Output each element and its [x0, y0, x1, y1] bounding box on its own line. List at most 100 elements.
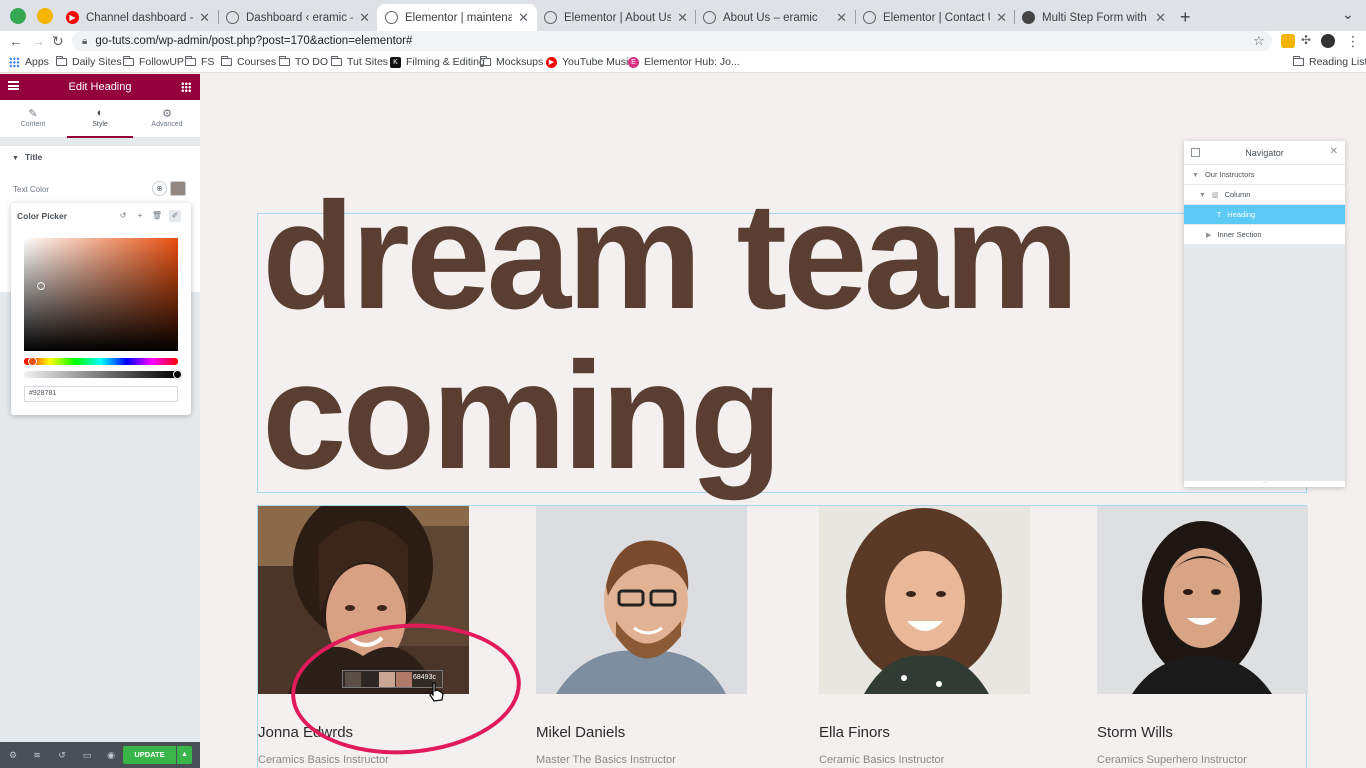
close-tab-icon[interactable]: ✕: [996, 10, 1007, 26]
browser-tab[interactable]: Multi Step Form with Progress ✕: [1014, 4, 1174, 31]
settings-gear-icon[interactable]: ⚙: [8, 750, 18, 760]
close-tab-icon[interactable]: ✕: [518, 10, 529, 26]
reset-icon[interactable]: ↺: [117, 210, 129, 222]
close-tab-icon[interactable]: ✕: [199, 10, 210, 26]
tab-style[interactable]: ◐ Style: [67, 100, 133, 138]
navigator-item-section[interactable]: ▼ Our Instructors: [1184, 165, 1345, 185]
bookmark-star-icon[interactable]: ☆: [1253, 33, 1265, 49]
saturation-value-area[interactable]: [24, 238, 178, 351]
navigator-resize-handle[interactable]: ···: [1184, 480, 1345, 487]
bookmark-folder[interactable]: Daily Sites: [56, 56, 122, 68]
globe-icon: [226, 11, 239, 24]
bookmark-folder[interactable]: FollowUP: [123, 56, 184, 68]
pinned-tab-icon[interactable]: [10, 8, 26, 24]
reload-icon[interactable]: ↻: [52, 33, 64, 50]
k-icon: K: [390, 56, 401, 68]
back-arrow-icon[interactable]: ←: [9, 33, 23, 49]
preview-eye-icon[interactable]: ◉: [106, 750, 116, 760]
tab-search-chevron-icon[interactable]: ⌄: [1342, 6, 1354, 23]
navigator-item-column[interactable]: ▼ ▥ Column: [1184, 185, 1345, 205]
hue-slider[interactable]: [24, 358, 178, 365]
close-tab-icon[interactable]: ✕: [359, 10, 370, 26]
puzzle-icon[interactable]: ✣: [1301, 33, 1311, 47]
member-photo: [536, 506, 747, 694]
add-color-plus-icon[interactable]: +: [134, 210, 146, 222]
history-icon[interactable]: ↺: [57, 750, 67, 760]
close-icon[interactable]: ✕: [1330, 146, 1338, 157]
elementor-editor-panel: Edit Heading ✎ Content ◐ Style ⚙ Advance…: [0, 74, 200, 768]
browser-tab[interactable]: Dashboard ‹ eramic — WordPress ✕: [218, 4, 378, 31]
widgets-grid-icon[interactable]: [181, 82, 191, 92]
tab-advanced[interactable]: ⚙ Advanced: [134, 100, 200, 138]
bookmark-folder[interactable]: Mocksups: [480, 56, 543, 68]
update-options-caret-icon[interactable]: ▲: [177, 746, 192, 764]
reading-list-icon: [1293, 56, 1304, 66]
close-tab-icon[interactable]: ✕: [1155, 10, 1166, 26]
globe-icon: [544, 11, 557, 24]
text-color-label: Text Color: [13, 185, 50, 194]
text-color-swatch[interactable]: [170, 181, 186, 196]
profile-icon[interactable]: [1321, 34, 1335, 48]
kebab-menu-icon[interactable]: ⋮: [1346, 33, 1360, 50]
member-photo: [1097, 506, 1308, 694]
heading-widget[interactable]: dream team coming: [257, 176, 1307, 496]
member-photo: [819, 506, 1030, 694]
trash-icon[interactable]: 🗑︎: [151, 210, 163, 222]
member-role: Master The Basics Instructor: [536, 754, 676, 766]
extension-icon[interactable]: [1281, 34, 1295, 48]
browser-tab[interactable]: ▶ Channel dashboard - YouTube ✕: [58, 4, 218, 31]
pinned-tab-icon[interactable]: [37, 8, 53, 24]
section-title-toggle[interactable]: ▼ Title: [0, 146, 200, 168]
hand-cursor-icon: [428, 682, 444, 705]
browser-tab[interactable]: Elementor | Contact Us ✕: [855, 4, 1015, 31]
heading-line: dream team: [262, 171, 1079, 341]
url-omnibox[interactable]: 🔒︎ go-tuts.com/wp-admin/post.php?post=17…: [72, 31, 1272, 51]
opacity-slider-handle[interactable]: [173, 370, 182, 379]
member-role: Ceramics Superhero Instructor: [1097, 754, 1247, 766]
browser-tab[interactable]: About Us – eramic ✕: [695, 4, 855, 31]
new-tab-button[interactable]: +: [1180, 7, 1191, 28]
youtube-icon: ▶: [66, 11, 79, 24]
bookmark-item[interactable]: ▶ YouTube Music: [546, 56, 634, 68]
browser-tab-strip: ▶ Channel dashboard - YouTube ✕ Dashboar…: [0, 0, 1366, 31]
responsive-mode-icon[interactable]: ▭: [82, 750, 92, 760]
navigator-item-inner-section[interactable]: ▶ Inner Section: [1184, 225, 1345, 245]
navigator-title: Navigator: [1245, 148, 1284, 158]
column-icon: ▥: [1211, 192, 1219, 199]
close-tab-icon[interactable]: ✕: [836, 10, 847, 26]
eyedropper-icon[interactable]: ✐: [169, 210, 181, 222]
big-heading-text: dream team coming: [262, 176, 1312, 496]
globe-icon: [385, 11, 398, 24]
member-role: Ceramics Basics Instructor: [258, 754, 389, 766]
bookmark-item[interactable]: E Elementor Hub: Jo...: [628, 56, 740, 68]
saturation-handle[interactable]: [37, 282, 45, 290]
forward-arrow-icon[interactable]: →: [31, 33, 45, 49]
global-colors-globe-icon[interactable]: ⊕: [152, 181, 167, 196]
apps-grid-icon: [9, 56, 20, 68]
bookmark-apps[interactable]: Apps: [9, 56, 49, 68]
hue-slider-handle[interactable]: [28, 357, 37, 366]
caret-right-icon: ▶: [1206, 232, 1212, 239]
opacity-slider[interactable]: [24, 371, 178, 378]
bookmark-item[interactable]: K Filming & Editing: [390, 56, 485, 68]
update-button[interactable]: UPDATE: [123, 746, 176, 764]
member-name: Storm Wills: [1097, 724, 1173, 741]
layers-icon[interactable]: ≋: [32, 750, 42, 760]
navigator-panel: Navigator ✕ ▼ Our Instructors ▼ ▥ Column TH…: [1184, 141, 1345, 487]
reading-list-button[interactable]: Reading List: [1293, 56, 1366, 68]
browser-tab[interactable]: Elementor | About Us ✕: [536, 4, 696, 31]
navigator-header: Navigator ✕: [1184, 141, 1345, 165]
bookmark-folder[interactable]: Tut Sites: [331, 56, 388, 68]
url-text: go-tuts.com/wp-admin/post.php?post=170&a…: [95, 35, 413, 47]
bookmark-folder[interactable]: Courses: [221, 56, 276, 68]
globe-icon: [703, 11, 716, 24]
hex-color-input[interactable]: #928781: [24, 386, 178, 402]
member-name: Mikel Daniels: [536, 724, 626, 741]
tab-content[interactable]: ✎ Content: [0, 100, 66, 138]
folder-icon: [123, 56, 134, 66]
browser-tab-active[interactable]: Elementor | maintenance ✕: [377, 4, 537, 31]
navigator-item-heading[interactable]: T Heading: [1184, 205, 1345, 225]
bookmark-folder[interactable]: FS: [185, 56, 214, 68]
bookmark-folder[interactable]: TO DO: [279, 56, 328, 68]
close-tab-icon[interactable]: ✕: [677, 10, 688, 26]
